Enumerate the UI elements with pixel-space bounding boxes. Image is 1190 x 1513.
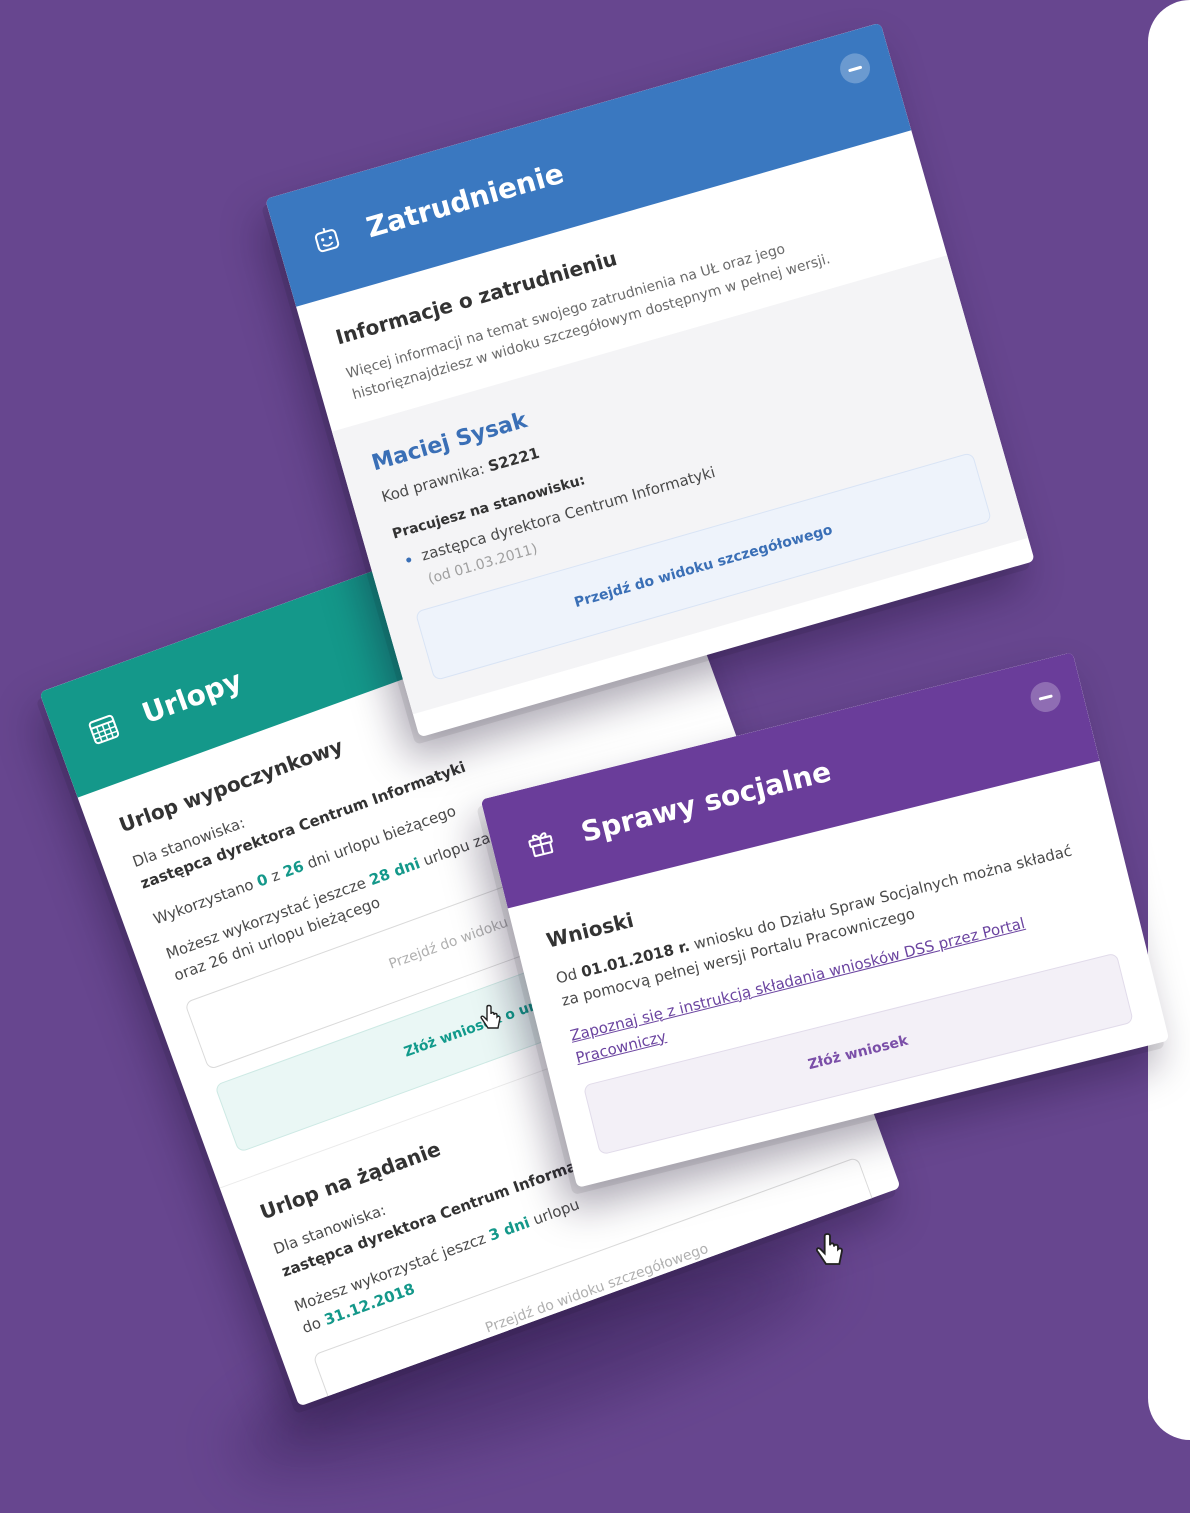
minus-icon xyxy=(1038,693,1053,701)
hand-cursor-icon xyxy=(480,1004,501,1029)
gift-icon xyxy=(519,821,563,865)
widget-stage: Urlopy Urlop wypoczynkowy Dla stanowiska… xyxy=(0,0,1190,1440)
minus-icon xyxy=(847,65,863,72)
hand-cursor-icon xyxy=(815,1233,843,1265)
social-card-title: Sprawy socjalne xyxy=(577,754,835,849)
total-days-value: 26 xyxy=(280,856,307,881)
calendar-icon xyxy=(81,705,127,751)
leave-card-title: Urlopy xyxy=(137,663,247,730)
employee-code-value: S2221 xyxy=(486,444,542,476)
used-days-value: 0 xyxy=(254,869,271,891)
minimize-button[interactable] xyxy=(1027,678,1064,716)
employment-card-title: Zatrudnienie xyxy=(362,156,568,244)
minimize-button[interactable] xyxy=(836,49,874,87)
robot-icon xyxy=(305,217,350,262)
